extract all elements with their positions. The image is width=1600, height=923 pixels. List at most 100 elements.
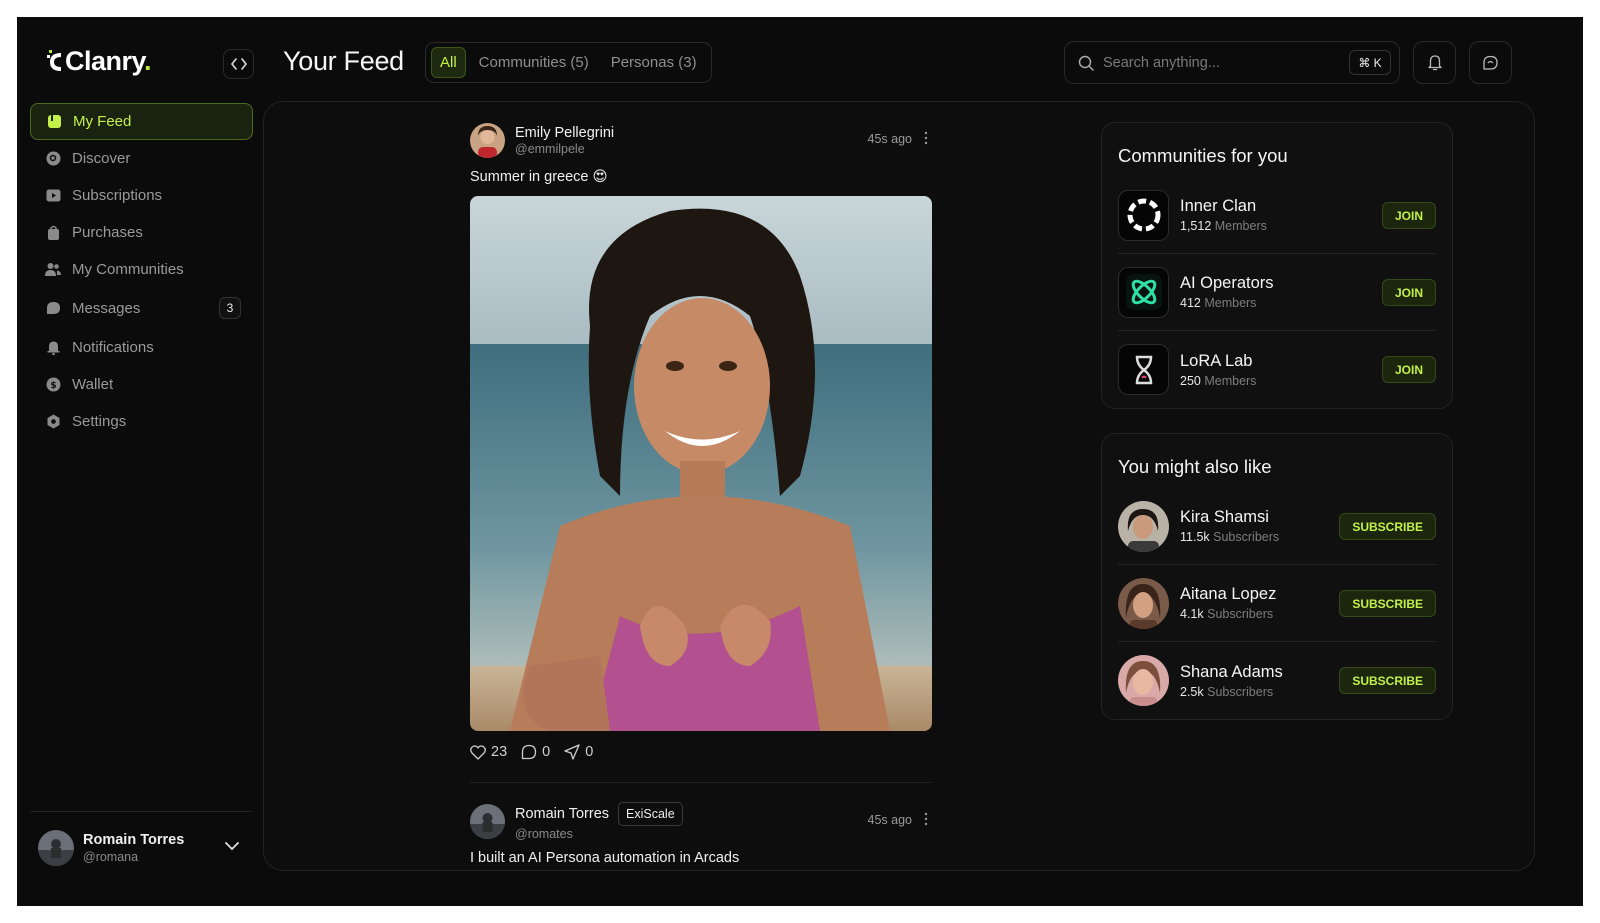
- search-shortcut-badge: ⌘ K: [1349, 50, 1391, 75]
- comment-button[interactable]: 0: [521, 744, 550, 760]
- communities-card: Communities for you Inner Clan 1,512 Mem…: [1101, 122, 1453, 409]
- list-item[interactable]: LoRA Lab 250 Members JOIN: [1118, 331, 1436, 408]
- subscriber-count: 2.5k: [1180, 684, 1204, 699]
- sidebar-item-settings[interactable]: Settings: [30, 403, 253, 440]
- messages-button[interactable]: [1469, 41, 1512, 84]
- author-avatar[interactable]: [470, 122, 505, 158]
- subscriptions-icon: [45, 188, 61, 204]
- like-button[interactable]: 23: [470, 744, 507, 760]
- post-author-handle: @emmilpele: [515, 141, 585, 156]
- users-icon: [45, 262, 61, 278]
- heart-icon: [470, 744, 486, 760]
- collapse-sidebar-button[interactable]: [223, 49, 254, 79]
- sidebar-item-my-communities[interactable]: My Communities: [30, 251, 253, 288]
- sidebar-item-label: Purchases: [72, 224, 143, 241]
- post-author-name[interactable]: Romain Torres: [515, 806, 609, 822]
- tab-personas[interactable]: Personas (3): [602, 48, 706, 77]
- subscribe-button[interactable]: SUBSCRIBE: [1339, 590, 1436, 617]
- chevron-down-icon[interactable]: [225, 838, 239, 856]
- join-button[interactable]: JOIN: [1381, 279, 1436, 306]
- post-text: Summer in greece 😍: [470, 169, 608, 185]
- post-author-handle: @romates: [515, 826, 573, 841]
- sidebar-item-messages[interactable]: Messages 3: [30, 290, 253, 327]
- chat-icon: [45, 301, 61, 317]
- notifications-button[interactable]: [1413, 41, 1456, 84]
- persona-name: Kira Shamsi: [1180, 508, 1269, 526]
- sidebar-item-label: Notifications: [72, 339, 154, 356]
- sidebar-item-wallet[interactable]: $ Wallet: [30, 366, 253, 403]
- comment-count: 0: [542, 744, 551, 760]
- sidebar-item-label: Settings: [72, 413, 127, 430]
- feed-tabs: All Communities (5) Personas (3): [425, 42, 712, 83]
- subscriber-unit: Subscribers: [1207, 684, 1274, 699]
- search-box[interactable]: Search anything... ⌘ K: [1064, 41, 1400, 84]
- app-window: Clanry. My Feed Discover Subscriptions P…: [17, 17, 1583, 906]
- sidebar-nav: My Feed Discover Subscriptions Purchases…: [30, 103, 253, 440]
- post-image[interactable]: [470, 196, 932, 731]
- list-item[interactable]: Shana Adams 2.5k Subscribers SUBSCRIBE: [1118, 642, 1436, 719]
- messages-count-badge: 3: [219, 297, 241, 319]
- sidebar-item-my-feed[interactable]: My Feed: [30, 103, 253, 140]
- member-count: 250: [1180, 373, 1201, 388]
- subscriber-unit: Subscribers: [1207, 607, 1274, 621]
- member-unit: Members: [1204, 296, 1257, 310]
- page-title: Your Feed: [283, 46, 404, 76]
- subscribe-button[interactable]: SUBSCRIBE: [1339, 667, 1436, 694]
- bell-icon: [45, 340, 61, 356]
- wallet-icon: $: [45, 377, 61, 393]
- avatar: [1118, 655, 1169, 706]
- chat-icon: [1483, 55, 1498, 70]
- sidebar-item-label: Discover: [72, 150, 131, 167]
- brand-name: Clanry: [65, 45, 145, 76]
- share-button[interactable]: 0: [564, 744, 593, 760]
- more-options-icon[interactable]: [924, 812, 928, 829]
- join-button[interactable]: JOIN: [1381, 202, 1436, 229]
- community-tag[interactable]: ExiScale: [618, 801, 683, 826]
- brand-dot: .: [144, 45, 152, 76]
- avatar: [1118, 500, 1169, 552]
- ai-operators-logo-icon: [1118, 266, 1169, 318]
- post-header: Romain Torres ExiScale @romates 45s ago: [470, 801, 934, 841]
- sidebar-item-label: Wallet: [72, 376, 114, 393]
- join-button[interactable]: JOIN: [1381, 356, 1436, 383]
- current-user-card[interactable]: Romain Torres @romana: [30, 811, 251, 883]
- tab-communities[interactable]: Communities (5): [470, 48, 598, 77]
- feed-post: Emily Pellegrini @emmilpele 45s ago Summ…: [470, 121, 934, 760]
- subscriber-count: 11.5k: [1180, 530, 1210, 544]
- suggestions-card: You might also like Kira Shamsi 11.5k Su…: [1101, 433, 1453, 720]
- post-timestamp: 45s ago: [867, 813, 912, 827]
- subscribe-button[interactable]: SUBSCRIBE: [1339, 513, 1436, 540]
- current-user-name: Romain Torres: [83, 831, 185, 848]
- sidebar-item-discover[interactable]: Discover: [30, 140, 253, 177]
- list-item[interactable]: Aitana Lopez 4.1k Subscribers SUBSCRIBE: [1118, 565, 1436, 642]
- post-divider: [470, 782, 932, 783]
- author-avatar[interactable]: [470, 803, 505, 839]
- community-name: AI Operators: [1180, 274, 1274, 292]
- persona-name: Aitana Lopez: [1180, 585, 1277, 603]
- sidebar-item-label: My Communities: [72, 261, 184, 278]
- list-item[interactable]: Kira Shamsi 11.5k Subscribers SUBSCRIBE: [1118, 488, 1436, 565]
- feed-post: Romain Torres ExiScale @romates 45s ago …: [470, 801, 934, 866]
- suggestions-card-title: You might also like: [1118, 456, 1272, 477]
- persona-name: Shana Adams: [1180, 662, 1283, 681]
- communities-card-title: Communities for you: [1118, 145, 1288, 166]
- sidebar-item-purchases[interactable]: Purchases: [30, 214, 253, 251]
- inner-clan-logo-icon: [1118, 189, 1169, 241]
- feed-icon: [46, 114, 62, 130]
- more-options-icon[interactable]: [924, 131, 928, 148]
- logo[interactable]: Clanry.: [47, 43, 152, 79]
- post-author-name[interactable]: Emily Pellegrini: [515, 125, 614, 141]
- tab-all[interactable]: All: [431, 47, 466, 78]
- gear-icon: [45, 414, 61, 430]
- community-name: Inner Clan: [1180, 197, 1257, 215]
- logo-mark-icon: [47, 47, 63, 75]
- current-user-handle: @romana: [83, 849, 139, 864]
- list-item[interactable]: Inner Clan 1,512 Members JOIN: [1118, 177, 1436, 254]
- discover-icon: [45, 151, 61, 167]
- community-name: LoRA Lab: [1180, 351, 1253, 370]
- list-item[interactable]: AI Operators 412 Members JOIN: [1118, 254, 1436, 331]
- search-input[interactable]: Search anything...: [1103, 55, 1349, 71]
- send-icon: [564, 744, 580, 760]
- sidebar-item-subscriptions[interactable]: Subscriptions: [30, 177, 253, 214]
- sidebar-item-notifications[interactable]: Notifications: [30, 329, 253, 366]
